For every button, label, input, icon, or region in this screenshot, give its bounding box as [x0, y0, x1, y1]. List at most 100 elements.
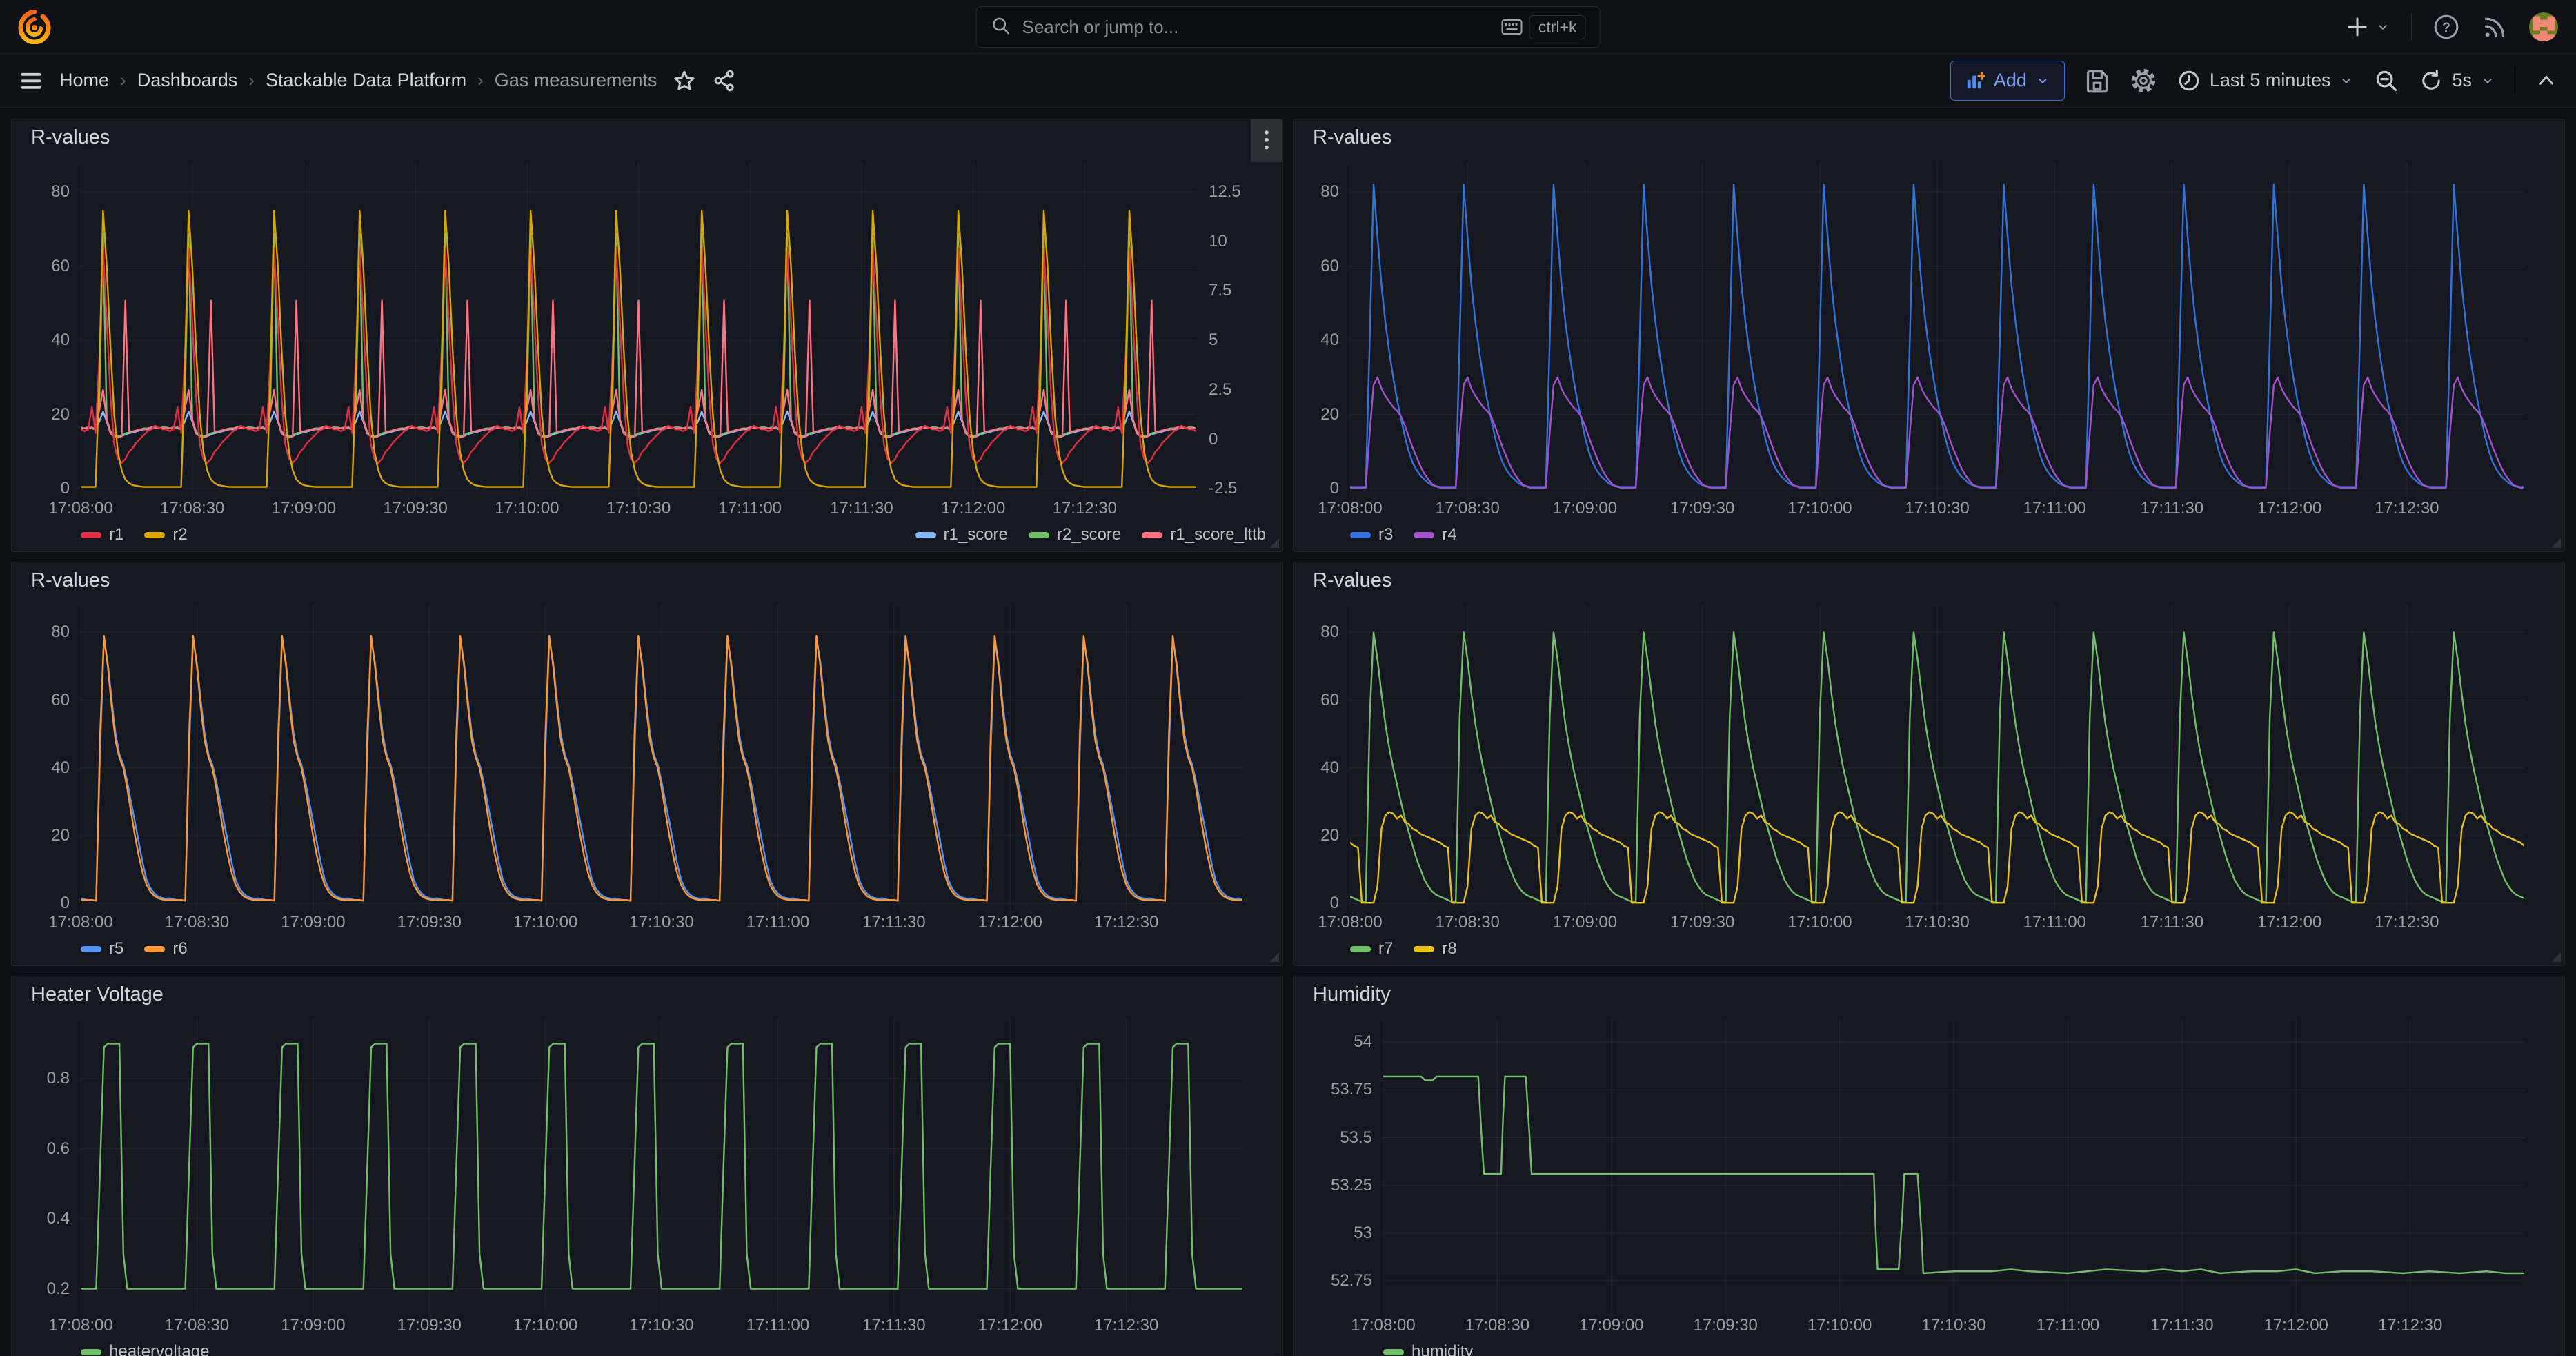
zoom-out-button[interactable]	[2373, 68, 2399, 94]
legend-group-left: r7 r8	[1350, 939, 1457, 959]
plot-region[interactable]: 02040608012.5107.552.50-2.5	[81, 162, 1196, 496]
legend-swatch	[81, 1349, 101, 1355]
x-axis-tick: 17:09:30	[397, 1316, 461, 1335]
legend-item-r2[interactable]: r2	[144, 525, 187, 544]
panel-menu-button[interactable]	[1251, 119, 1282, 162]
breadcrumb-item-stackable-data-platform[interactable]: Stackable Data Platform	[266, 70, 466, 91]
panel-resize-handle[interactable]	[2551, 538, 2561, 548]
chart-area: 020406080	[1294, 600, 2564, 910]
x-axis-tick: 17:12:00	[978, 913, 1042, 932]
legend-item-r7[interactable]: r7	[1350, 939, 1393, 959]
breadcrumb-item-home[interactable]: Home	[59, 70, 109, 91]
x-axis-tick: 17:08:30	[1435, 913, 1499, 932]
dashboard-nav-bar: Home›Dashboards›Stackable Data Platform›…	[0, 54, 2576, 108]
time-range-picker[interactable]: Last 5 minutes	[2177, 68, 2355, 93]
legend-swatch	[915, 532, 936, 538]
x-axis-tick: 17:08:00	[1351, 1316, 1415, 1335]
x-axis-tick: 17:11:30	[2150, 1316, 2214, 1335]
legend-item-heatervoltage[interactable]: heatervoltage	[81, 1342, 209, 1356]
plot-region[interactable]: 020406080	[81, 605, 1242, 910]
breadcrumb-item-dashboards[interactable]: Dashboards	[137, 70, 238, 91]
x-axis-tick: 17:12:30	[1094, 913, 1158, 932]
x-axis-tick: 17:12:00	[2263, 1316, 2328, 1335]
x-axis-tick: 17:10:00	[495, 499, 559, 518]
y-axis-tick: 53.75	[1331, 1080, 1372, 1099]
y-axis-tick: 53	[1354, 1224, 1372, 1243]
legend-swatch	[1414, 532, 1434, 538]
collapse-toolbar-button[interactable]	[2535, 69, 2558, 92]
add-panel-button[interactable]: Add	[1950, 61, 2065, 101]
legend-item-humidity[interactable]: humidity	[1383, 1342, 1473, 1356]
chart-canvas	[1350, 605, 2524, 910]
y-axis-tick: 20	[51, 826, 70, 845]
x-axis-tick: 17:12:30	[1094, 1316, 1158, 1335]
x-axis-tick: 17:09:30	[397, 913, 461, 932]
legend-item-r1_score_lttb[interactable]: r1_score_lttb	[1142, 525, 1266, 544]
y-axis-tick: 0.4	[47, 1209, 70, 1228]
panel-r-values-3: R-values02040608017:08:0017:08:3017:09:0…	[1293, 562, 2565, 966]
search-shortcut: ctrl+k	[1502, 15, 1586, 39]
grafana-logo-icon[interactable]	[18, 10, 51, 44]
x-axis-tick: 17:11:00	[2023, 913, 2086, 932]
favorite-button[interactable]	[672, 68, 697, 93]
help-button[interactable]: ?	[2433, 13, 2460, 41]
plot-region[interactable]: 52.755353.2553.553.7554	[1383, 1019, 2524, 1313]
legend-group-right: r1_score r2_score r1_score_lttb	[915, 525, 1267, 544]
refresh-picker[interactable]: 5s	[2419, 68, 2495, 93]
plot-region[interactable]: 020406080	[1350, 605, 2524, 910]
new-button[interactable]	[2345, 14, 2390, 39]
panel-resize-handle[interactable]	[1269, 538, 1279, 548]
x-axis-tick: 17:12:00	[978, 1316, 1042, 1335]
legend-item-r8[interactable]: r8	[1414, 939, 1456, 959]
x-axis: 17:08:0017:08:3017:09:0017:09:3017:10:00…	[1350, 496, 2524, 520]
chart-area: 0.20.40.60.8	[12, 1014, 1282, 1313]
y-axis-tick: 20	[51, 405, 70, 424]
legend: humidity	[1383, 1337, 2548, 1356]
legend-item-r6[interactable]: r6	[144, 939, 187, 959]
panel-title: Humidity	[1294, 983, 2564, 1014]
global-search[interactable]: ctrl+k	[976, 6, 1601, 48]
y-axis-tick: 60	[1320, 257, 1339, 276]
legend-item-r1_score[interactable]: r1_score	[915, 525, 1008, 544]
x-axis-tick: 17:09:00	[272, 499, 336, 518]
legend: r1 r2 r1_score r2_score r1_score_lttb	[81, 520, 1266, 551]
time-range-label: Last 5 minutes	[2210, 70, 2331, 91]
menu-toggle-button[interactable]	[18, 68, 44, 94]
x-axis-tick: 17:12:30	[1053, 499, 1117, 518]
x-axis-tick: 17:09:00	[281, 913, 345, 932]
y-axis-tick: 0	[1330, 894, 1339, 913]
caret-up-icon	[2535, 69, 2558, 92]
news-button[interactable]	[2481, 13, 2508, 41]
legend-item-r1[interactable]: r1	[81, 525, 123, 544]
topbar-actions: ?	[2345, 0, 2558, 53]
search-input[interactable]	[1022, 17, 1491, 38]
legend-item-r2_score[interactable]: r2_score	[1029, 525, 1121, 544]
plot-region[interactable]: 0.20.40.60.8	[81, 1019, 1242, 1313]
dashboard-settings-button[interactable]	[2130, 67, 2157, 95]
legend-item-r5[interactable]: r5	[81, 939, 123, 959]
share-button[interactable]	[712, 68, 737, 93]
user-avatar[interactable]	[2529, 12, 2558, 41]
legend-item-r3[interactable]: r3	[1350, 525, 1393, 544]
panel-resize-handle[interactable]	[1269, 952, 1279, 962]
plot-region[interactable]: 020406080	[1350, 162, 2524, 496]
chart-canvas	[81, 162, 1196, 496]
breadcrumb-item-gas-measurements[interactable]: Gas measurements	[495, 70, 657, 91]
chart-canvas	[81, 605, 1242, 910]
panel-title: R-values	[1294, 569, 2564, 600]
y2-axis-tick: 12.5	[1209, 182, 1241, 202]
chart-area: 52.755353.2553.553.7554	[1294, 1014, 2564, 1313]
legend-item-r4[interactable]: r4	[1414, 525, 1456, 544]
x-axis-tick: 17:12:30	[2375, 913, 2439, 932]
chart-area: 020406080	[1294, 157, 2564, 496]
legend-group-left: r1 r2	[81, 525, 188, 544]
rss-icon	[2481, 13, 2508, 41]
legend-label: r1_score	[944, 525, 1008, 544]
save-dashboard-button[interactable]	[2084, 68, 2110, 94]
legend: r3 r4	[1350, 520, 2548, 551]
top-bar: ctrl+k ?	[0, 0, 2576, 54]
legend-swatch	[144, 532, 165, 538]
y-axis-tick: 0	[1330, 479, 1339, 498]
panel-resize-handle[interactable]	[2551, 952, 2561, 962]
kebab-icon	[1258, 128, 1275, 153]
